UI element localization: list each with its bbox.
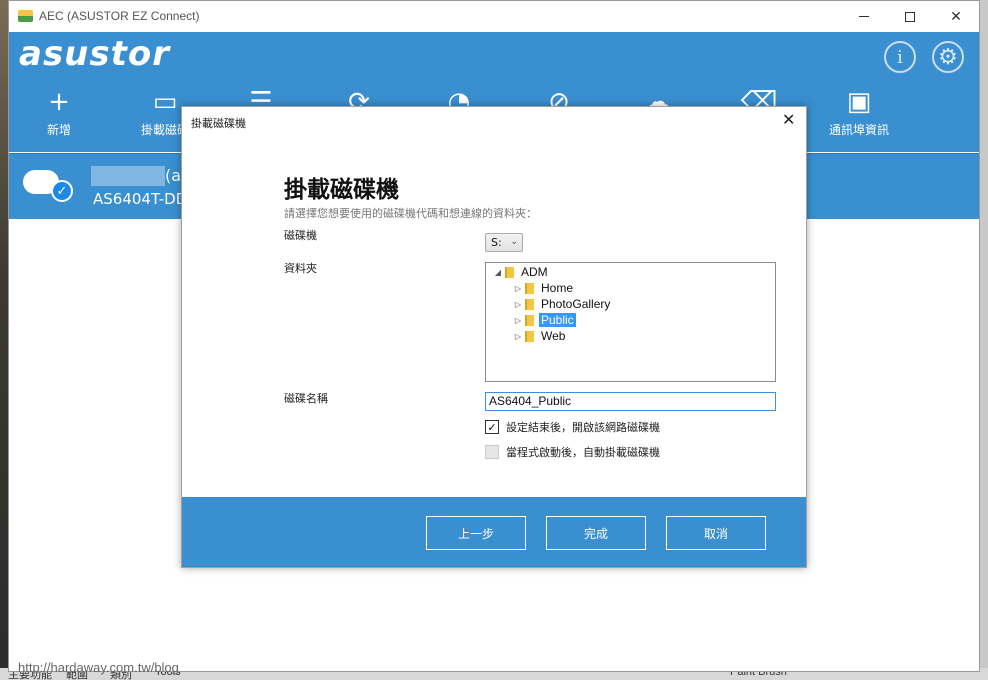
asustor-logo: asustor [19, 34, 171, 74]
expanded-arrow-icon[interactable]: ◢ [491, 268, 505, 277]
open-drive-checkbox[interactable]: ✓ [485, 420, 499, 434]
add-label: 新增 [46, 123, 71, 137]
collapsed-arrow-icon[interactable]: ▷ [511, 300, 525, 309]
tree-node-adm[interactable]: ◢ ADM [491, 264, 550, 280]
close-icon: ✕ [950, 8, 962, 25]
collapsed-arrow-icon[interactable]: ▷ [511, 284, 525, 293]
mount-drive-dialog: 掛載磁碟機 ✕ 掛載磁碟機 請選擇您想要使用的磁碟機代碼和想連線的資料夾： 磁碟… [181, 106, 807, 568]
device-model: AS6404T-DD [93, 190, 188, 208]
desktop-background-left [0, 0, 8, 680]
plus-icon: + [48, 87, 70, 117]
device-name-redacted [91, 166, 165, 186]
title-bar: AEC (ASUSTOR EZ Connect) ✕ [9, 1, 979, 32]
close-window-button[interactable]: ✕ [933, 1, 979, 32]
app-icon [18, 10, 33, 22]
tree-node-photogallery[interactable]: ▷ PhotoGallery [511, 296, 612, 312]
open-drive-checkbox-label: 設定結束後，開啟該網路磁碟機 [506, 421, 660, 434]
folder-tree[interactable]: ◢ ADM ▷ Home ▷ PhotoGallery ▷ Public ▷ W… [485, 262, 776, 382]
auto-mount-checkbox-row[interactable]: 當程式啟動後，自動掛載磁碟機 [485, 444, 660, 460]
collapsed-arrow-icon[interactable]: ▷ [511, 316, 525, 325]
open-drive-checkbox-row[interactable]: ✓ 設定結束後，開啟該網路磁碟機 [485, 419, 660, 435]
folder-icon [525, 282, 534, 294]
finish-button[interactable]: 完成 [546, 516, 646, 550]
dialog-subtitle: 請選擇您想要使用的磁碟機代碼和想連線的資料夾： [284, 207, 537, 220]
gear-icon: ⚙ [938, 44, 958, 70]
tree-node-home[interactable]: ▷ Home [511, 280, 575, 296]
auto-mount-checkbox-label: 當程式啟動後，自動掛載磁碟機 [506, 446, 660, 459]
dialog-title: 掛載磁碟機 [191, 117, 246, 130]
connected-check-icon: ✓ [51, 180, 73, 202]
cancel-button[interactable]: 取消 [666, 516, 766, 550]
port-icon: ▣ [846, 87, 872, 117]
drive-name-input[interactable]: AS6404_Public [485, 392, 776, 411]
folder-icon [505, 266, 514, 278]
close-icon: ✕ [782, 110, 796, 129]
maximize-button[interactable] [887, 1, 933, 32]
add-button[interactable]: + 新增 [14, 87, 104, 138]
tree-node-label: Home [541, 281, 574, 295]
dialog-footer: 上一步 完成 取消 [182, 497, 806, 567]
info-button[interactable]: i [884, 41, 916, 73]
folder-icon [525, 330, 534, 342]
drive-label: 磁碟機 [284, 229, 317, 242]
folder-label: 資料夾 [284, 262, 317, 275]
drive-letter-select[interactable]: S: ⌄ [485, 233, 523, 252]
auto-mount-checkbox[interactable] [485, 445, 499, 459]
info-icon: i [897, 46, 903, 68]
tree-node-label: PhotoGallery [541, 297, 611, 311]
drive-name-label: 磁碟名稱 [284, 392, 328, 405]
tree-node-label: ADM [521, 265, 548, 279]
port-info-label: 通訊埠資訊 [828, 123, 889, 137]
folder-icon [525, 298, 534, 310]
tree-node-web[interactable]: ▷ Web [511, 328, 567, 344]
tree-node-public[interactable]: ▷ Public [511, 312, 576, 328]
tree-node-label: Public [539, 313, 576, 327]
drive-letter-value: S: [491, 236, 502, 249]
dialog-close-button[interactable]: ✕ [782, 110, 795, 129]
window-title: AEC (ASUSTOR EZ Connect) [39, 9, 200, 23]
tree-node-label: Web [541, 329, 566, 343]
watermark: http://hardaway.com.tw/blog [18, 660, 179, 675]
minimize-icon [859, 16, 869, 17]
port-info-button[interactable]: ▣ 通訊埠資訊 [814, 87, 904, 138]
minimize-button[interactable] [841, 1, 887, 32]
folder-icon [525, 314, 534, 326]
settings-button[interactable]: ⚙ [932, 41, 964, 73]
dialog-heading: 掛載磁碟機 [284, 177, 399, 203]
desktop-background-right [980, 0, 988, 680]
collapsed-arrow-icon[interactable]: ▷ [511, 332, 525, 341]
maximize-icon [905, 11, 915, 22]
chevron-down-icon: ⌄ [510, 237, 518, 247]
back-button[interactable]: 上一步 [426, 516, 526, 550]
